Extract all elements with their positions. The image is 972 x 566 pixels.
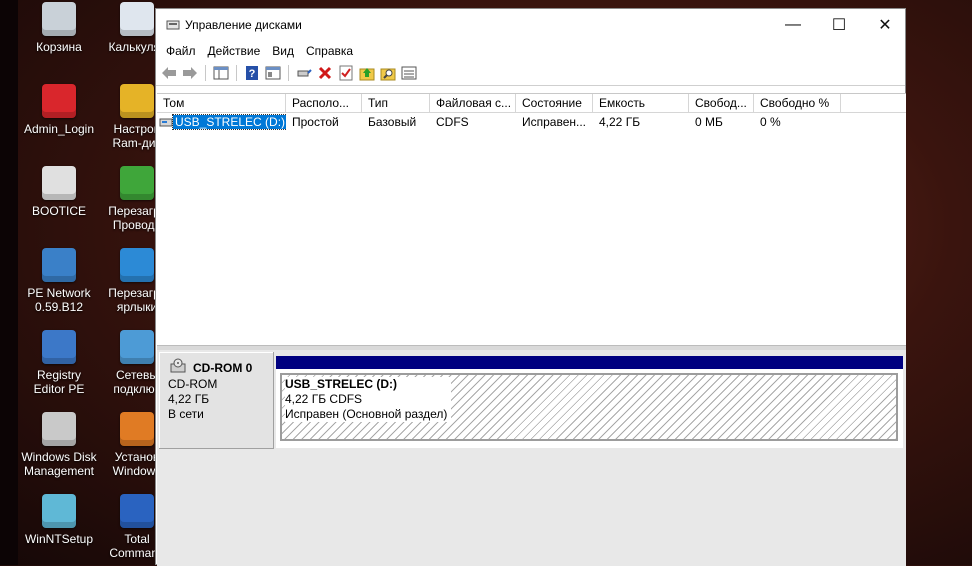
toolbar-separator (236, 65, 237, 81)
total-commander-icon (120, 494, 154, 528)
m-logo-icon (120, 248, 154, 282)
desktop-icon-label: Admin_Login (23, 122, 95, 136)
desktop-icon-label: Registry Editor PE (33, 368, 85, 396)
check-icon[interactable] (337, 64, 355, 82)
volume-status-cell: Исправен... (522, 115, 587, 129)
desktop-icon-winntsetup[interactable]: WinNTSetup (18, 494, 100, 546)
folder-up-icon[interactable] (358, 64, 376, 82)
disk-management-app-icon (166, 20, 180, 30)
column-header-volume[interactable]: Том (157, 94, 286, 112)
menu-file[interactable]: Файл (160, 44, 202, 58)
desktop-icon-disk-management[interactable]: Windows Disk Management (18, 412, 100, 478)
partition-color-bar (276, 356, 903, 369)
disk-type: CD-ROM (168, 377, 218, 391)
disk-layout-pane: CD-ROM 0 CD-ROM 4,22 ГБ В сети USB_STREL… (157, 350, 906, 566)
desktop-icon-pe-network[interactable]: PE Network 0.59.B12 (18, 248, 100, 314)
column-header-file-system[interactable]: Файловая с... (430, 94, 516, 112)
column-header-status[interactable]: Состояние (516, 94, 593, 112)
cd-rom-icon (170, 358, 186, 373)
partition-size-fs: 4,22 ГБ CDFS (285, 392, 363, 406)
disk-management-window: Управление дисками — ☐ ✕ Файл Действие В… (155, 8, 906, 566)
connect-drive-icon[interactable] (295, 64, 313, 82)
search-folder-icon[interactable] (379, 64, 397, 82)
globe-icon (120, 330, 154, 364)
partition-status: Исправен (Основной раздел) (285, 407, 448, 421)
volume-name-cell[interactable]: USB_STRELEC (D:) (157, 113, 286, 131)
window-title: Управление дисками (185, 18, 302, 32)
properties-icon[interactable] (264, 64, 282, 82)
table-row[interactable]: USB_STRELEC (D:) Простой Базовый CDFS Ис… (157, 113, 906, 131)
desktop-icon-label: WinNTSetup (24, 532, 94, 546)
disk-size: 4,22 ГБ (168, 392, 210, 406)
volume-type-cell: Базовый (368, 115, 417, 129)
recycle-bin-icon (42, 2, 76, 36)
column-header-free-space[interactable]: Свобод... (689, 94, 754, 112)
admin-login-icon (42, 84, 76, 118)
desktop-icon-bootice[interactable]: BOOTICE (18, 166, 100, 218)
menu-bar: Файл Действие Вид Справка (156, 41, 905, 61)
partition-area: USB_STRELEC (D:) 4,22 ГБ CDFS Исправен (… (276, 356, 903, 448)
disk-status: В сети (168, 407, 204, 421)
partition-name: USB_STRELEC (D:) (285, 377, 398, 391)
windows-install-icon (120, 412, 154, 446)
volume-drive-icon (159, 118, 173, 127)
svg-text:?: ? (249, 68, 256, 80)
desktop-icon-label: BOOTICE (31, 204, 86, 218)
volume-table-header: Том Располо... Тип Файловая с... Состоян… (157, 94, 906, 113)
desktop-icon-admin-login[interactable]: Admin_Login (18, 84, 100, 136)
winntsetup-icon (42, 494, 76, 528)
desktop-icon-registry-editor[interactable]: Registry Editor PE (18, 330, 100, 396)
partition-block[interactable]: USB_STRELEC (D:) 4,22 ГБ CDFS Исправен (… (280, 373, 898, 441)
maximize-button[interactable]: ☐ (816, 9, 862, 41)
toolbar: ? (156, 61, 905, 86)
menu-help[interactable]: Справка (300, 44, 359, 58)
show-hide-console-tree-icon[interactable] (212, 64, 230, 82)
minimize-button[interactable]: — (770, 9, 816, 41)
delete-icon[interactable] (316, 64, 334, 82)
registry-icon (42, 330, 76, 364)
volume-layout-cell: Простой (292, 115, 339, 129)
column-header-capacity[interactable]: Емкость (593, 94, 689, 112)
column-header-layout[interactable]: Располо... (286, 94, 362, 112)
disk-management-icon (42, 412, 76, 446)
desktop-icon-label: Windows Disk Management (21, 450, 97, 478)
disk-label-panel[interactable]: CD-ROM 0 CD-ROM 4,22 ГБ В сети (159, 352, 274, 449)
desktop-left-edge (0, 0, 18, 565)
ram-disk-icon (120, 84, 154, 118)
toolbar-separator (205, 65, 206, 81)
volume-name: USB_STRELEC (D:) (171, 114, 286, 130)
desktop-icon-recycle-bin[interactable]: Корзина (18, 2, 100, 54)
toolbar-separator (288, 65, 289, 81)
forward-arrow-icon[interactable] (181, 64, 199, 82)
bootice-icon (42, 166, 76, 200)
restart-icon (120, 166, 154, 200)
column-header-free-percent[interactable]: Свободно % (754, 94, 841, 112)
partition-info: USB_STRELEC (D:) 4,22 ГБ CDFS Исправен (… (285, 377, 452, 422)
desktop-icon-label: PE Network 0.59.B12 (27, 286, 91, 314)
title-bar[interactable]: Управление дисками — ☐ ✕ (156, 9, 905, 41)
menu-action[interactable]: Действие (202, 44, 267, 58)
desktop-icon-label: Корзина (36, 40, 82, 54)
disk-name: CD-ROM 0 (193, 361, 253, 375)
volume-free-space-cell: 0 МБ (695, 115, 723, 129)
volume-file-system-cell: CDFS (436, 115, 469, 129)
volume-capacity-cell: 4,22 ГБ (599, 115, 641, 129)
back-arrow-icon[interactable] (160, 64, 178, 82)
column-header-type[interactable]: Тип (362, 94, 430, 112)
network-monitor-icon (42, 248, 76, 282)
list-view-icon[interactable] (400, 64, 418, 82)
menu-view[interactable]: Вид (266, 44, 300, 58)
volume-free-percent-cell: 0 % (760, 115, 781, 129)
help-icon[interactable]: ? (243, 64, 261, 82)
volume-list-pane: Том Располо... Тип Файловая с... Состоян… (157, 93, 906, 346)
calculator-icon (120, 2, 154, 36)
close-button[interactable]: ✕ (862, 9, 908, 41)
